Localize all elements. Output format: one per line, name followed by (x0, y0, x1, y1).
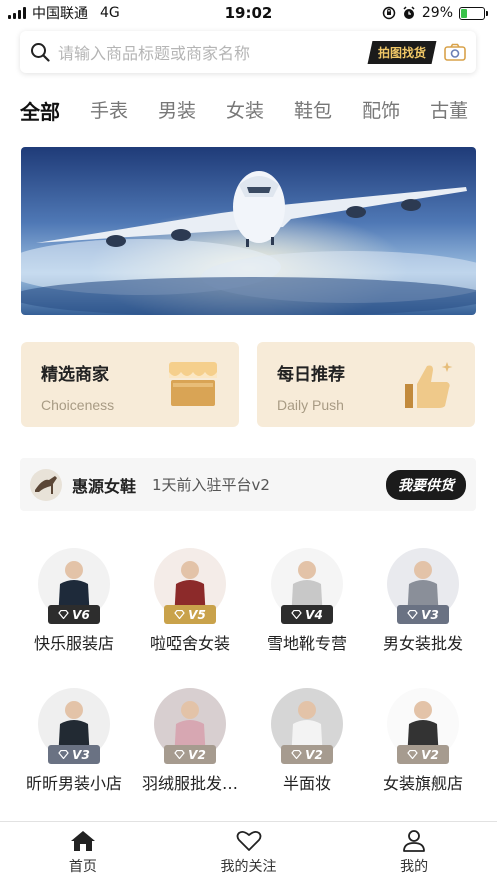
merchant-avatar (30, 468, 62, 501)
nav-profile-label: 我的 (400, 859, 429, 875)
orientation-lock-icon (382, 6, 396, 20)
supply-button[interactable]: 我要供货 (386, 469, 466, 500)
level-badge: V2 (164, 745, 216, 764)
shop-avatar: V4 (271, 548, 343, 624)
search-bar[interactable]: 请输入商品标题或商家名称 拍图找货 (20, 31, 476, 73)
diamond-icon (58, 750, 69, 759)
shop-name: 快乐服装店 (33, 634, 114, 653)
search-input[interactable]: 请输入商品标题或商家名称 (58, 40, 370, 64)
level-label: V5 (188, 607, 206, 622)
shop-item[interactable]: V2 半面妆 (249, 688, 365, 794)
category-tabs: 全部 手表 男装 女装 鞋包 配饰 古董 (20, 96, 497, 136)
tab-womenswear[interactable]: 女装 (226, 96, 264, 136)
shop-avatar: V3 (387, 548, 459, 624)
new-merchant-strip[interactable]: 惠源女鞋 1天前入驻平台v2 我要供货 (20, 458, 476, 511)
level-label: V2 (188, 747, 206, 762)
level-badge: V4 (281, 605, 333, 624)
shop-awning-icon (169, 362, 217, 406)
level-badge: V3 (397, 605, 449, 624)
status-right: 29% (382, 5, 488, 21)
feature-card-daily-push[interactable]: 每日推荐 Daily Push (257, 342, 475, 427)
shop-name: 啦啞舍女装 (149, 634, 230, 653)
shop-item[interactable]: V4 雪地靴专营 (249, 548, 365, 654)
battery-icon (459, 6, 488, 20)
feature-card-choiceness[interactable]: 精选商家 Choiceness (21, 342, 239, 427)
bottom-nav: 首页 我的关注 我的 (0, 821, 497, 883)
shop-avatar: V5 (154, 548, 226, 624)
image-search-button[interactable]: 拍图找货 (367, 40, 437, 64)
shop-item[interactable]: V2 羽绒服批发… (132, 688, 248, 794)
shop-avatar: V2 (387, 688, 459, 764)
airplane-banner-image (21, 147, 476, 315)
diamond-icon (291, 610, 302, 619)
battery-percent: 29% (421, 5, 453, 21)
nav-home[interactable]: 首页 (0, 822, 166, 883)
status-left: 中国联通 4G (8, 3, 120, 23)
image-search-label: 拍图找货 (377, 45, 426, 60)
shop-item[interactable]: V6 快乐服装店 (16, 548, 132, 654)
high-heel-icon (35, 475, 57, 494)
nav-following-label: 我的关注 (220, 859, 277, 875)
nav-profile[interactable]: 我的 (331, 822, 497, 883)
level-label: V3 (421, 607, 439, 622)
camera-icon[interactable] (444, 43, 466, 61)
shop-item[interactable]: V5 啦啞舍女装 (132, 548, 248, 654)
shop-avatar: V2 (271, 688, 343, 764)
alarm-icon (403, 6, 415, 19)
diamond-icon (291, 750, 302, 759)
heart-icon (236, 830, 261, 851)
level-badge: V2 (397, 745, 449, 764)
diamond-icon (174, 610, 185, 619)
level-label: V3 (72, 747, 90, 762)
carrier-label: 中国联通 (32, 6, 88, 22)
level-label: V4 (305, 607, 323, 622)
tab-watches[interactable]: 手表 (90, 96, 128, 136)
diamond-icon (58, 610, 69, 619)
clock: 19:02 (224, 4, 273, 22)
merchant-name: 惠源女鞋 (72, 476, 137, 496)
thumbs-up-icon (405, 362, 453, 408)
status-bar: 中国联通 4G 19:02 29% (0, 0, 497, 26)
shop-name: 女装旗舰店 (382, 774, 463, 793)
shop-avatar: V6 (38, 548, 110, 624)
diamond-icon (174, 750, 185, 759)
signal-icon (8, 7, 26, 19)
nav-home-label: 首页 (68, 859, 97, 875)
shop-name: 半面妆 (282, 774, 331, 793)
shop-item[interactable]: V2 女装旗舰店 (365, 688, 481, 794)
home-icon (70, 831, 95, 851)
shop-avatar: V2 (154, 688, 226, 764)
shop-name: 雪地靴专营 (266, 634, 347, 653)
level-label: V2 (421, 747, 439, 762)
nav-following[interactable]: 我的关注 (166, 822, 332, 883)
shop-name: 羽绒服批发… (141, 774, 238, 793)
shop-name: 男女装批发 (382, 634, 463, 653)
shop-item[interactable]: V3 男女装批发 (365, 548, 481, 654)
merchant-joined-text: 1天前入驻平台v2 (152, 476, 270, 494)
tab-antiques[interactable]: 古董 (430, 96, 468, 136)
promo-banner[interactable] (21, 147, 476, 315)
level-badge: V6 (48, 605, 100, 624)
person-icon (403, 830, 426, 852)
level-badge: V3 (48, 745, 100, 764)
tab-accessories[interactable]: 配饰 (362, 96, 400, 136)
diamond-icon (407, 750, 418, 759)
level-label: V6 (72, 607, 90, 622)
tab-all[interactable]: 全部 (20, 96, 60, 136)
shop-avatar: V3 (38, 688, 110, 764)
level-badge: V2 (281, 745, 333, 764)
shop-item[interactable]: V3 昕昕男装小店 (16, 688, 132, 794)
network-label: 4G (100, 5, 120, 21)
level-badge: V5 (164, 605, 216, 624)
level-label: V2 (305, 747, 323, 762)
shop-name: 昕昕男装小店 (25, 774, 122, 793)
tab-shoes-bags[interactable]: 鞋包 (294, 96, 332, 136)
diamond-icon (407, 610, 418, 619)
search-icon (31, 43, 50, 62)
tab-menswear[interactable]: 男装 (158, 96, 196, 136)
